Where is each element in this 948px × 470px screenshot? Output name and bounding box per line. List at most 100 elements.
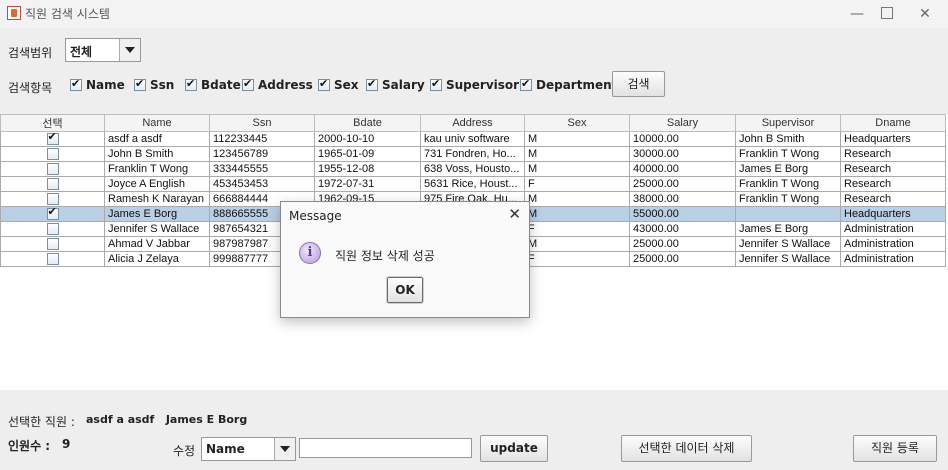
table-cell[interactable]: Administration bbox=[840, 221, 946, 237]
column-header[interactable]: Bdate bbox=[314, 114, 421, 132]
table-cell[interactable]: James E Borg bbox=[735, 161, 841, 177]
row-select-cell[interactable] bbox=[0, 236, 105, 252]
close-button[interactable]: ✕ bbox=[902, 0, 948, 28]
row-select-cell[interactable] bbox=[0, 206, 105, 222]
table-cell[interactable]: 25000.00 bbox=[629, 176, 736, 192]
table-cell[interactable]: 333445555 bbox=[209, 161, 315, 177]
field-checkbox-bdate[interactable] bbox=[185, 77, 197, 91]
table-cell[interactable]: 1972-07-31 bbox=[314, 176, 421, 192]
row-select-checkbox[interactable] bbox=[46, 222, 59, 235]
search-range-combo[interactable]: 전체 bbox=[65, 38, 141, 62]
field-checkbox-ssn[interactable] bbox=[134, 77, 146, 91]
table-cell[interactable]: Research bbox=[840, 191, 946, 207]
table-cell[interactable]: 55000.00 bbox=[629, 206, 736, 222]
field-checkbox-salary[interactable] bbox=[366, 77, 378, 91]
table-cell[interactable]: Ramesh K Narayan bbox=[104, 191, 210, 207]
column-header[interactable]: Supervisor bbox=[735, 114, 841, 132]
row-select-checkbox[interactable] bbox=[46, 147, 59, 160]
table-row[interactable]: asdf a asdf1122334452000-10-10kau univ s… bbox=[0, 131, 946, 147]
table-cell[interactable]: Research bbox=[840, 146, 946, 162]
field-checkbox-label[interactable]: Department bbox=[536, 78, 617, 92]
table-cell[interactable]: M bbox=[524, 206, 630, 222]
table-cell[interactable]: 40000.00 bbox=[629, 161, 736, 177]
table-cell[interactable]: M bbox=[524, 146, 630, 162]
table-cell[interactable]: John B Smith bbox=[104, 146, 210, 162]
table-cell[interactable]: 38000.00 bbox=[629, 191, 736, 207]
field-checkbox-label[interactable]: Supervisor bbox=[446, 78, 519, 92]
table-cell[interactable]: 112233445 bbox=[209, 131, 315, 147]
row-select-cell[interactable] bbox=[0, 221, 105, 237]
table-cell[interactable]: 5631 Rice, Houst... bbox=[420, 176, 525, 192]
column-header[interactable]: Ssn bbox=[209, 114, 315, 132]
table-row[interactable]: Joyce A English 453453453 1972-07-31 5631 R… bbox=[0, 176, 946, 192]
table-cell[interactable]: 25000.00 bbox=[629, 251, 736, 267]
table-cell[interactable]: M bbox=[524, 191, 630, 207]
table-cell[interactable]: F bbox=[524, 251, 630, 267]
table-cell[interactable]: James E Borg bbox=[735, 221, 841, 237]
table-cell[interactable]: Franklin T Wong bbox=[735, 191, 841, 207]
table-cell[interactable]: asdf a asdf bbox=[104, 131, 210, 147]
row-select-cell[interactable] bbox=[0, 176, 105, 192]
row-select-checkbox[interactable] bbox=[46, 192, 59, 205]
table-cell[interactable]: Franklin T Wong bbox=[735, 176, 841, 192]
table-cell[interactable]: 453453453 bbox=[209, 176, 315, 192]
table-cell[interactable]: Jennifer S Wallace bbox=[735, 251, 841, 267]
row-select-cell[interactable] bbox=[0, 191, 105, 207]
table-cell[interactable]: 10000.00 bbox=[629, 131, 736, 147]
edit-field-combo[interactable]: Name bbox=[201, 437, 296, 461]
table-cell[interactable]: 25000.00 bbox=[629, 236, 736, 252]
row-select-cell[interactable] bbox=[0, 161, 105, 177]
field-checkbox-supervisor[interactable] bbox=[430, 77, 442, 91]
table-cell[interactable]: 123456789 bbox=[209, 146, 315, 162]
field-checkbox-sex[interactable] bbox=[318, 77, 330, 91]
table-cell[interactable]: M bbox=[524, 236, 630, 252]
table-cell[interactable]: Administration bbox=[840, 251, 946, 267]
table-cell[interactable]: F bbox=[524, 176, 630, 192]
column-header[interactable]: Salary bbox=[629, 114, 736, 132]
column-header[interactable]: Name bbox=[104, 114, 210, 132]
table-cell[interactable]: John B Smith bbox=[735, 131, 841, 147]
column-header[interactable]: Dname bbox=[840, 114, 946, 132]
table-cell[interactable]: Headquarters bbox=[840, 131, 946, 147]
table-cell[interactable]: James E Borg bbox=[104, 206, 210, 222]
table-cell[interactable]: 731 Fondren, Ho... bbox=[420, 146, 525, 162]
column-header[interactable]: 선택 bbox=[0, 114, 105, 132]
delete-selected-button[interactable]: 선택한 데이터 삭제 bbox=[621, 435, 752, 462]
field-checkbox-label[interactable]: Bdate bbox=[201, 78, 241, 92]
column-header[interactable]: Address bbox=[420, 114, 525, 132]
register-employee-button[interactable]: 직원 등록 bbox=[853, 435, 937, 462]
dialog-close-button[interactable]: ✕ bbox=[508, 205, 521, 223]
table-cell[interactable] bbox=[735, 206, 841, 222]
ok-button[interactable]: OK bbox=[386, 276, 424, 304]
field-checkbox-department[interactable] bbox=[520, 77, 532, 91]
table-cell[interactable]: Jennifer S Wallace bbox=[104, 221, 210, 237]
table-cell[interactable]: Franklin T Wong bbox=[104, 161, 210, 177]
search-button[interactable]: 검색 bbox=[612, 71, 665, 97]
table-cell[interactable]: kau univ software bbox=[420, 131, 525, 147]
row-select-cell[interactable] bbox=[0, 146, 105, 162]
table-cell[interactable]: Administration bbox=[840, 236, 946, 252]
table-cell[interactable]: 2000-10-10 bbox=[314, 131, 421, 147]
table-cell[interactable]: Joyce A English bbox=[104, 176, 210, 192]
row-select-checkbox[interactable] bbox=[46, 252, 59, 265]
table-cell[interactable]: M bbox=[524, 131, 630, 147]
row-select-cell[interactable] bbox=[0, 251, 105, 267]
table-cell[interactable]: Research bbox=[840, 161, 946, 177]
field-checkbox-label[interactable]: Sex bbox=[334, 78, 359, 92]
table-row[interactable]: John B Smith 123456789 1965-01-09 731 Fondr… bbox=[0, 146, 946, 162]
field-checkbox-label[interactable]: Salary bbox=[382, 78, 425, 92]
row-select-checkbox[interactable] bbox=[46, 208, 59, 220]
table-cell[interactable]: Research bbox=[840, 176, 946, 192]
table-cell[interactable]: Franklin T Wong bbox=[735, 146, 841, 162]
field-checkbox-label[interactable]: Address bbox=[258, 78, 313, 92]
update-button[interactable]: update bbox=[480, 435, 548, 462]
field-checkbox-name[interactable] bbox=[70, 77, 82, 91]
field-checkbox-address[interactable] bbox=[242, 77, 254, 91]
table-cell[interactable]: 638 Voss, Housto... bbox=[420, 161, 525, 177]
table-cell[interactable]: 43000.00 bbox=[629, 221, 736, 237]
column-header[interactable]: Sex bbox=[524, 114, 630, 132]
table-cell[interactable]: Headquarters bbox=[840, 206, 946, 222]
field-checkbox-label[interactable]: Name bbox=[86, 78, 125, 92]
row-select-checkbox[interactable] bbox=[46, 237, 59, 250]
row-select-checkbox[interactable] bbox=[46, 162, 59, 175]
